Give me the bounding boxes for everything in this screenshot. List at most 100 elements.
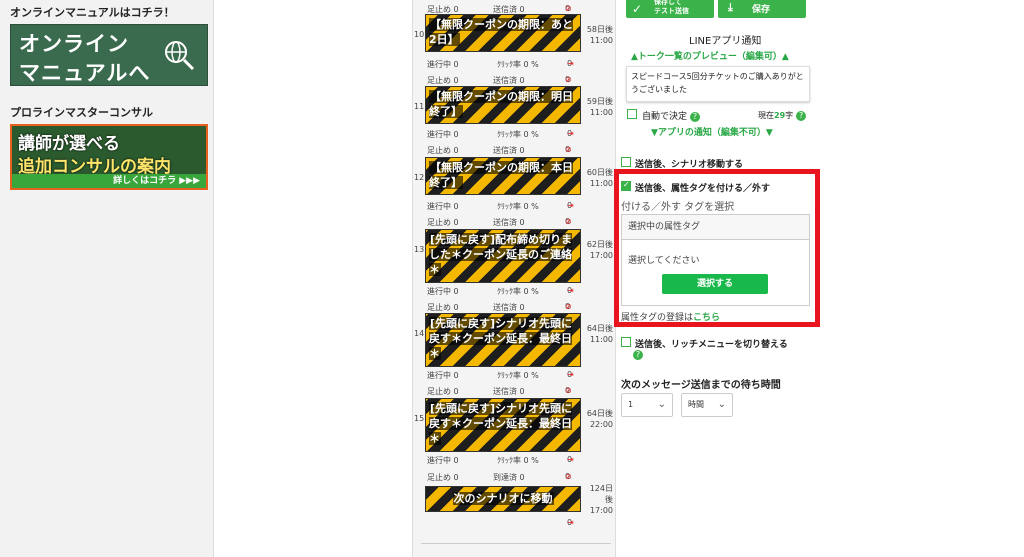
consult-banner-line1: 講師が選べる: [18, 134, 120, 154]
step-card[interactable]: 【無限クーポンの期限：本日終了】: [425, 157, 581, 195]
auto-decide-checkbox[interactable]: [627, 109, 637, 119]
stop-count: 足止め 0: [427, 473, 459, 482]
block-count: ⊘ 0: [565, 217, 572, 226]
sent-count: 送信済 0: [493, 303, 525, 312]
stop-count: 足止め 0: [427, 218, 459, 227]
help-icon[interactable]: ?: [796, 111, 807, 121]
unsub-count: ⇥ 0: [567, 455, 574, 464]
consult-banner-more: 詳しくはコチラ ▶▶▶: [12, 174, 206, 188]
sent-count: 到達済 0: [493, 473, 525, 482]
block-count: ⊘ 0: [565, 75, 572, 84]
progress-count: 進行中 0: [427, 60, 459, 69]
step-stat-row: 進行中 0 ｸﾘｯｸ率 0 % ⇥ 0: [427, 286, 601, 296]
preview-text[interactable]: スピードコース5回分チケットのご購入ありがとうございました: [626, 66, 810, 102]
save-test-send-button[interactable]: ✓ 保存して テスト送信: [626, 0, 714, 18]
block-icon: ⊘: [565, 472, 572, 481]
select-tag-button[interactable]: 選択する: [662, 274, 768, 294]
step-title: 【無限クーポンの期限：明日終了】: [429, 90, 573, 118]
manual-banner-line1: オンライン: [19, 32, 129, 56]
block-count: ⊘ 0: [565, 4, 572, 13]
step-title: 【無限クーポンの期限：あと2日】: [429, 18, 573, 46]
step-number: 13: [414, 245, 425, 254]
block-count: ⊘ 0: [565, 386, 572, 395]
step-timing: 59日後 11:00: [586, 97, 613, 117]
help-icon[interactable]: ?: [633, 350, 643, 360]
preview-toggle[interactable]: ▲トーク一覧のプレビュー（編集可）▲: [631, 49, 789, 62]
stop-count: 足止め 0: [427, 146, 459, 155]
click-rate: ｸﾘｯｸ率 0 %: [497, 456, 539, 465]
step-timing: 64日後 22:00: [586, 409, 613, 429]
next-scenario-title: 次のシナリオに移動: [452, 492, 554, 505]
step-number: 10: [414, 30, 425, 39]
consult-banner[interactable]: 講師が選べる 追加コンサルの案内 詳しくはコチラ ▶▶▶: [10, 124, 208, 190]
tag-register-text: 属性タグの登録はこちら: [621, 313, 721, 323]
wait-value-select[interactable]: 1 ⌄: [621, 393, 673, 417]
save-button[interactable]: ⤓ 保存: [718, 0, 806, 18]
attach-tag-label: 送信後、属性タグを付ける／外す: [635, 184, 771, 194]
sent-count: 送信済 0: [493, 146, 525, 155]
step-stat-row: 足止め 0 送信済 0 ⊘ 0: [427, 145, 601, 155]
please-select-text: 選択してください: [628, 256, 700, 266]
block-count: ⊘ 0: [565, 145, 572, 154]
step-card[interactable]: 【無限クーポンの期限：明日終了】: [425, 86, 581, 124]
save-test-label: 保存して テスト送信: [654, 0, 689, 15]
step-timing: 64日後 11:00: [586, 324, 613, 344]
exit-icon: ⇥: [567, 518, 574, 527]
content-blank: [214, 0, 412, 557]
char-count: 現在29字?: [758, 110, 807, 121]
attach-tag-checkbox[interactable]: [621, 180, 631, 191]
divider: [421, 543, 611, 544]
click-rate: ｸﾘｯｸ率 0 %: [497, 60, 539, 69]
tag-register-link[interactable]: こちら: [693, 313, 720, 323]
block-icon: ⊘: [565, 145, 572, 154]
click-rate: ｸﾘｯｸ率 0 %: [497, 202, 539, 211]
click-rate: ｸﾘｯｸ率 0 %: [497, 371, 539, 380]
progress-count: 進行中 0: [427, 130, 459, 139]
chevron-down-icon: ⌄: [717, 399, 726, 410]
progress-count: 進行中 0: [427, 456, 459, 465]
exit-icon: ⇥: [567, 201, 574, 210]
step-stat-row: 進行中 0 ｸﾘｯｸ率 0 % ⇥ 0: [427, 129, 601, 139]
exit-icon: ⇥: [567, 370, 574, 379]
rich-menu-label: 送信後、リッチメニューを切り替える: [635, 340, 788, 350]
step-stat-row: 足止め 0 送信済 0 ⊘ 0: [427, 302, 601, 312]
scenario-column: 足止め 0 送信済 0 ⊘ 0 10 【無限クーポンの期限：あと2日】 58日後…: [412, 0, 616, 557]
auto-decide-label: 自動で決定?: [642, 109, 701, 122]
wait-title: 次のメッセージ送信までの待ち時間: [621, 380, 781, 391]
step-title: [先頭に戻す]配布締め切りました＊クーポン延長のご連絡＊: [429, 233, 573, 276]
top-stat-row: 足止め 0 送信済 0 ⊘ 0: [427, 4, 601, 14]
app-notify-toggle[interactable]: ▼アプリの通知（編集不可）▼: [651, 125, 773, 138]
step-number: 14: [414, 329, 425, 338]
manual-banner[interactable]: オンライン マニュアルへ: [10, 24, 208, 86]
step-stat-row: 足止め 0 送信済 0 ⊘ 0: [427, 217, 601, 227]
step-stat-row: 進行中 0 ｸﾘｯｸ率 0 % ⇥ 0: [427, 455, 601, 465]
step-stat-row: 足止め 0 送信済 0 ⊘ 0: [427, 386, 601, 396]
block-icon: ⊘: [565, 4, 572, 13]
step-card[interactable]: [先頭に戻す]シナリオ先頭に戻す＊クーポン延長：最終日＊: [425, 398, 581, 452]
left-sidebar: オンラインマニュアルはコチラ！ オンライン マニュアルへ プロラインマスターコン…: [0, 0, 214, 557]
rich-menu-checkbox[interactable]: [621, 337, 631, 347]
step-card[interactable]: 【無限クーポンの期限：あと2日】: [425, 14, 581, 52]
manual-title: オンラインマニュアルはコチラ！: [10, 6, 175, 19]
step-stat-row: 足止め 0 送信済 0 ⊘ 0: [427, 75, 601, 85]
block-count: ⊘ 0: [565, 302, 572, 311]
step-card[interactable]: [先頭に戻す]配布締め切りました＊クーポン延長のご連絡＊: [425, 229, 581, 283]
chevron-down-icon: ⌄: [657, 399, 666, 410]
block-icon: ⊘: [565, 386, 572, 395]
block-icon: ⊘: [565, 302, 572, 311]
next-scenario-card[interactable]: 次のシナリオに移動: [425, 486, 581, 512]
wait-unit-select[interactable]: 時間 ⌄: [681, 393, 733, 417]
click-rate: ｸﾘｯｸ率 0 %: [497, 130, 539, 139]
progress-count: 進行中 0: [427, 202, 459, 211]
step-stat-row: 足止め 0 到達済 0 ⊘ 0: [427, 472, 601, 482]
step-number: 11: [414, 102, 425, 111]
save-label: 保存: [752, 5, 771, 15]
unsub-count: ⇥ 0: [567, 129, 574, 138]
sent-count: 送信済 0: [493, 218, 525, 227]
click-rate: ｸﾘｯｸ率 0 %: [497, 287, 539, 296]
step-card[interactable]: [先頭に戻す]シナリオ先頭に戻す＊クーポン延長：最終日＊: [425, 313, 581, 367]
move-scenario-checkbox[interactable]: [621, 157, 631, 167]
unsub-count: ⇥ 0: [567, 201, 574, 210]
help-icon[interactable]: ?: [690, 112, 701, 122]
block-icon: ⊘: [565, 75, 572, 84]
